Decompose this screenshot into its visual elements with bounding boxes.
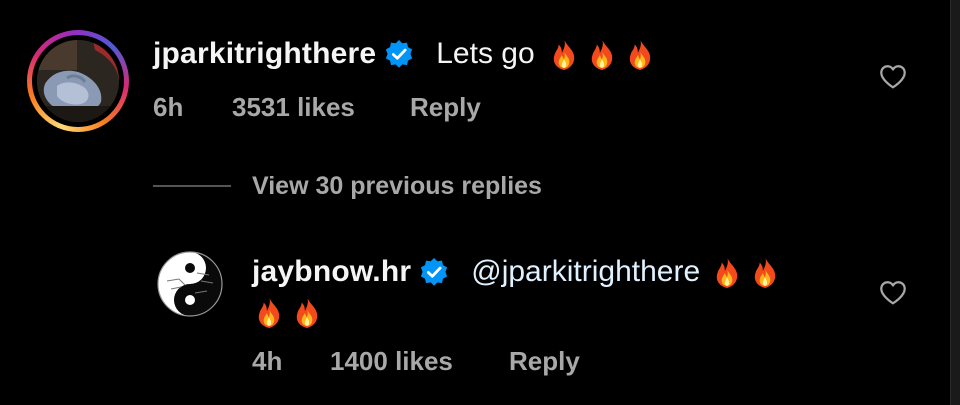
comments-thread: jparkitrighthere Lets go 6h 3531 likes R…	[0, 0, 960, 405]
verified-badge-icon	[384, 39, 414, 69]
avatar-image-icon	[37, 40, 119, 122]
replies-divider	[153, 185, 231, 187]
like-reply-heart-icon[interactable]	[878, 278, 908, 308]
scrollbar-track[interactable]	[950, 0, 960, 405]
fire-emoji-icon	[290, 295, 324, 329]
reply-reply-button[interactable]: Reply	[509, 346, 580, 377]
comment-username[interactable]: jparkitrighthere	[153, 37, 376, 71]
view-previous-replies-button[interactable]: View 30 previous replies	[252, 172, 542, 201]
yin-yang-avatar-icon	[157, 251, 223, 317]
comment-time: 6h	[153, 92, 184, 122]
like-comment-heart-icon[interactable]	[878, 62, 908, 92]
reply-mention-link[interactable]: @jparkitrighthere	[471, 255, 700, 289]
comment-header: jparkitrighthere Lets go	[153, 34, 661, 74]
reply-emojis-line2	[252, 292, 328, 332]
comment-emojis	[547, 37, 661, 71]
comment-likes[interactable]: 3531 likes	[232, 92, 355, 123]
comment-text: Lets go	[436, 37, 535, 70]
reply-username[interactable]: jaybnow.hr	[252, 255, 411, 289]
fire-emoji-icon	[623, 37, 657, 71]
fire-emoji-icon	[585, 37, 619, 71]
reply-likes[interactable]: 1400 likes	[330, 346, 453, 377]
reply-emojis-line1	[710, 255, 786, 289]
fire-emoji-icon	[252, 295, 286, 329]
story-ring-avatar[interactable]	[27, 30, 129, 132]
fire-emoji-icon	[547, 37, 581, 71]
reply-header: jaybnow.hr @jparkitrighthere	[252, 252, 786, 292]
fire-emoji-icon	[748, 255, 782, 289]
verified-badge-icon	[419, 257, 449, 287]
avatar-photo	[37, 40, 119, 122]
comment-reply-button[interactable]: Reply	[410, 92, 481, 123]
reply-time: 4h	[252, 346, 283, 376]
fire-emoji-icon	[710, 255, 744, 289]
reply-avatar[interactable]	[157, 251, 223, 317]
